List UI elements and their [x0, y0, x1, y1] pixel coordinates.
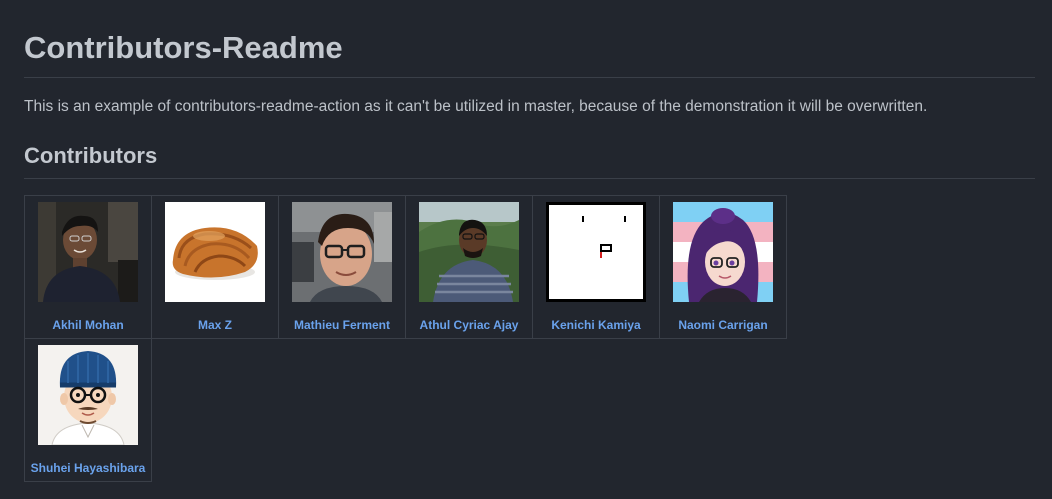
- empty-cell: [278, 338, 406, 482]
- contributor-avatar-naomi-carrigan[interactable]: [673, 202, 773, 302]
- contributor-cell[interactable]: Akhil Mohan: [24, 195, 152, 339]
- section-divider: [24, 178, 1035, 179]
- contributor-cell[interactable]: Kenichi Kamiya: [532, 195, 660, 339]
- section-heading-contributors: Contributors: [24, 143, 158, 168]
- contributor-name-link[interactable]: Akhil Mohan: [25, 318, 151, 332]
- anime-girl-avatar-icon: [673, 202, 773, 302]
- contributor-avatar-shuhei-hayashibara[interactable]: [38, 345, 138, 445]
- contributor-name-link[interactable]: Mathieu Ferment: [279, 318, 405, 332]
- photo-man-avatar-icon: [38, 202, 138, 302]
- contributor-cell[interactable]: Max Z: [151, 195, 279, 339]
- page-title: Contributors-Readme: [24, 30, 343, 65]
- contributor-cell[interactable]: Athul Cyriac Ajay: [405, 195, 533, 339]
- pixel-face-avatar-icon: [546, 202, 646, 302]
- empty-cell: [659, 338, 787, 482]
- contributor-avatar-athul-cyriac-ajay[interactable]: [419, 202, 519, 302]
- contributor-avatar-akhil-mohan[interactable]: [38, 202, 138, 302]
- contributor-name-link[interactable]: Kenichi Kamiya: [533, 318, 659, 332]
- contributor-name-link[interactable]: Naomi Carrigan: [660, 318, 786, 332]
- empty-cell: [151, 338, 279, 482]
- photo-man-glasses-avatar-icon: [292, 202, 392, 302]
- pastry-avatar-icon: [165, 202, 265, 302]
- contributor-name-link[interactable]: Shuhei Hayashibara: [25, 461, 151, 475]
- contributor-avatar-kenichi-kamiya[interactable]: [546, 202, 646, 302]
- contributor-name-link[interactable]: Max Z: [152, 318, 278, 332]
- contributor-cell[interactable]: Shuhei Hayashibara: [24, 338, 152, 482]
- cartoon-man-avatar-icon: [38, 345, 138, 445]
- contributor-cell[interactable]: Mathieu Ferment: [278, 195, 406, 339]
- readme-page: Contributors-Readme This is an example o…: [0, 0, 1052, 499]
- contributors-row: Akhil Mohan Max Z Mathieu Ferment Athul …: [24, 195, 787, 339]
- contributor-avatar-max-z[interactable]: [165, 202, 265, 302]
- page-description: This is an example of contributors-readm…: [24, 98, 928, 115]
- empty-cell: [405, 338, 533, 482]
- empty-cell: [532, 338, 660, 482]
- photo-man-hills-avatar-icon: [419, 202, 519, 302]
- contributor-avatar-mathieu-ferment[interactable]: [292, 202, 392, 302]
- contributors-table: Akhil Mohan Max Z Mathieu Ferment Athul …: [24, 195, 787, 482]
- contributor-cell[interactable]: Naomi Carrigan: [659, 195, 787, 339]
- contributors-row: Shuhei Hayashibara: [24, 338, 787, 482]
- contributor-name-link[interactable]: Athul Cyriac Ajay: [406, 318, 532, 332]
